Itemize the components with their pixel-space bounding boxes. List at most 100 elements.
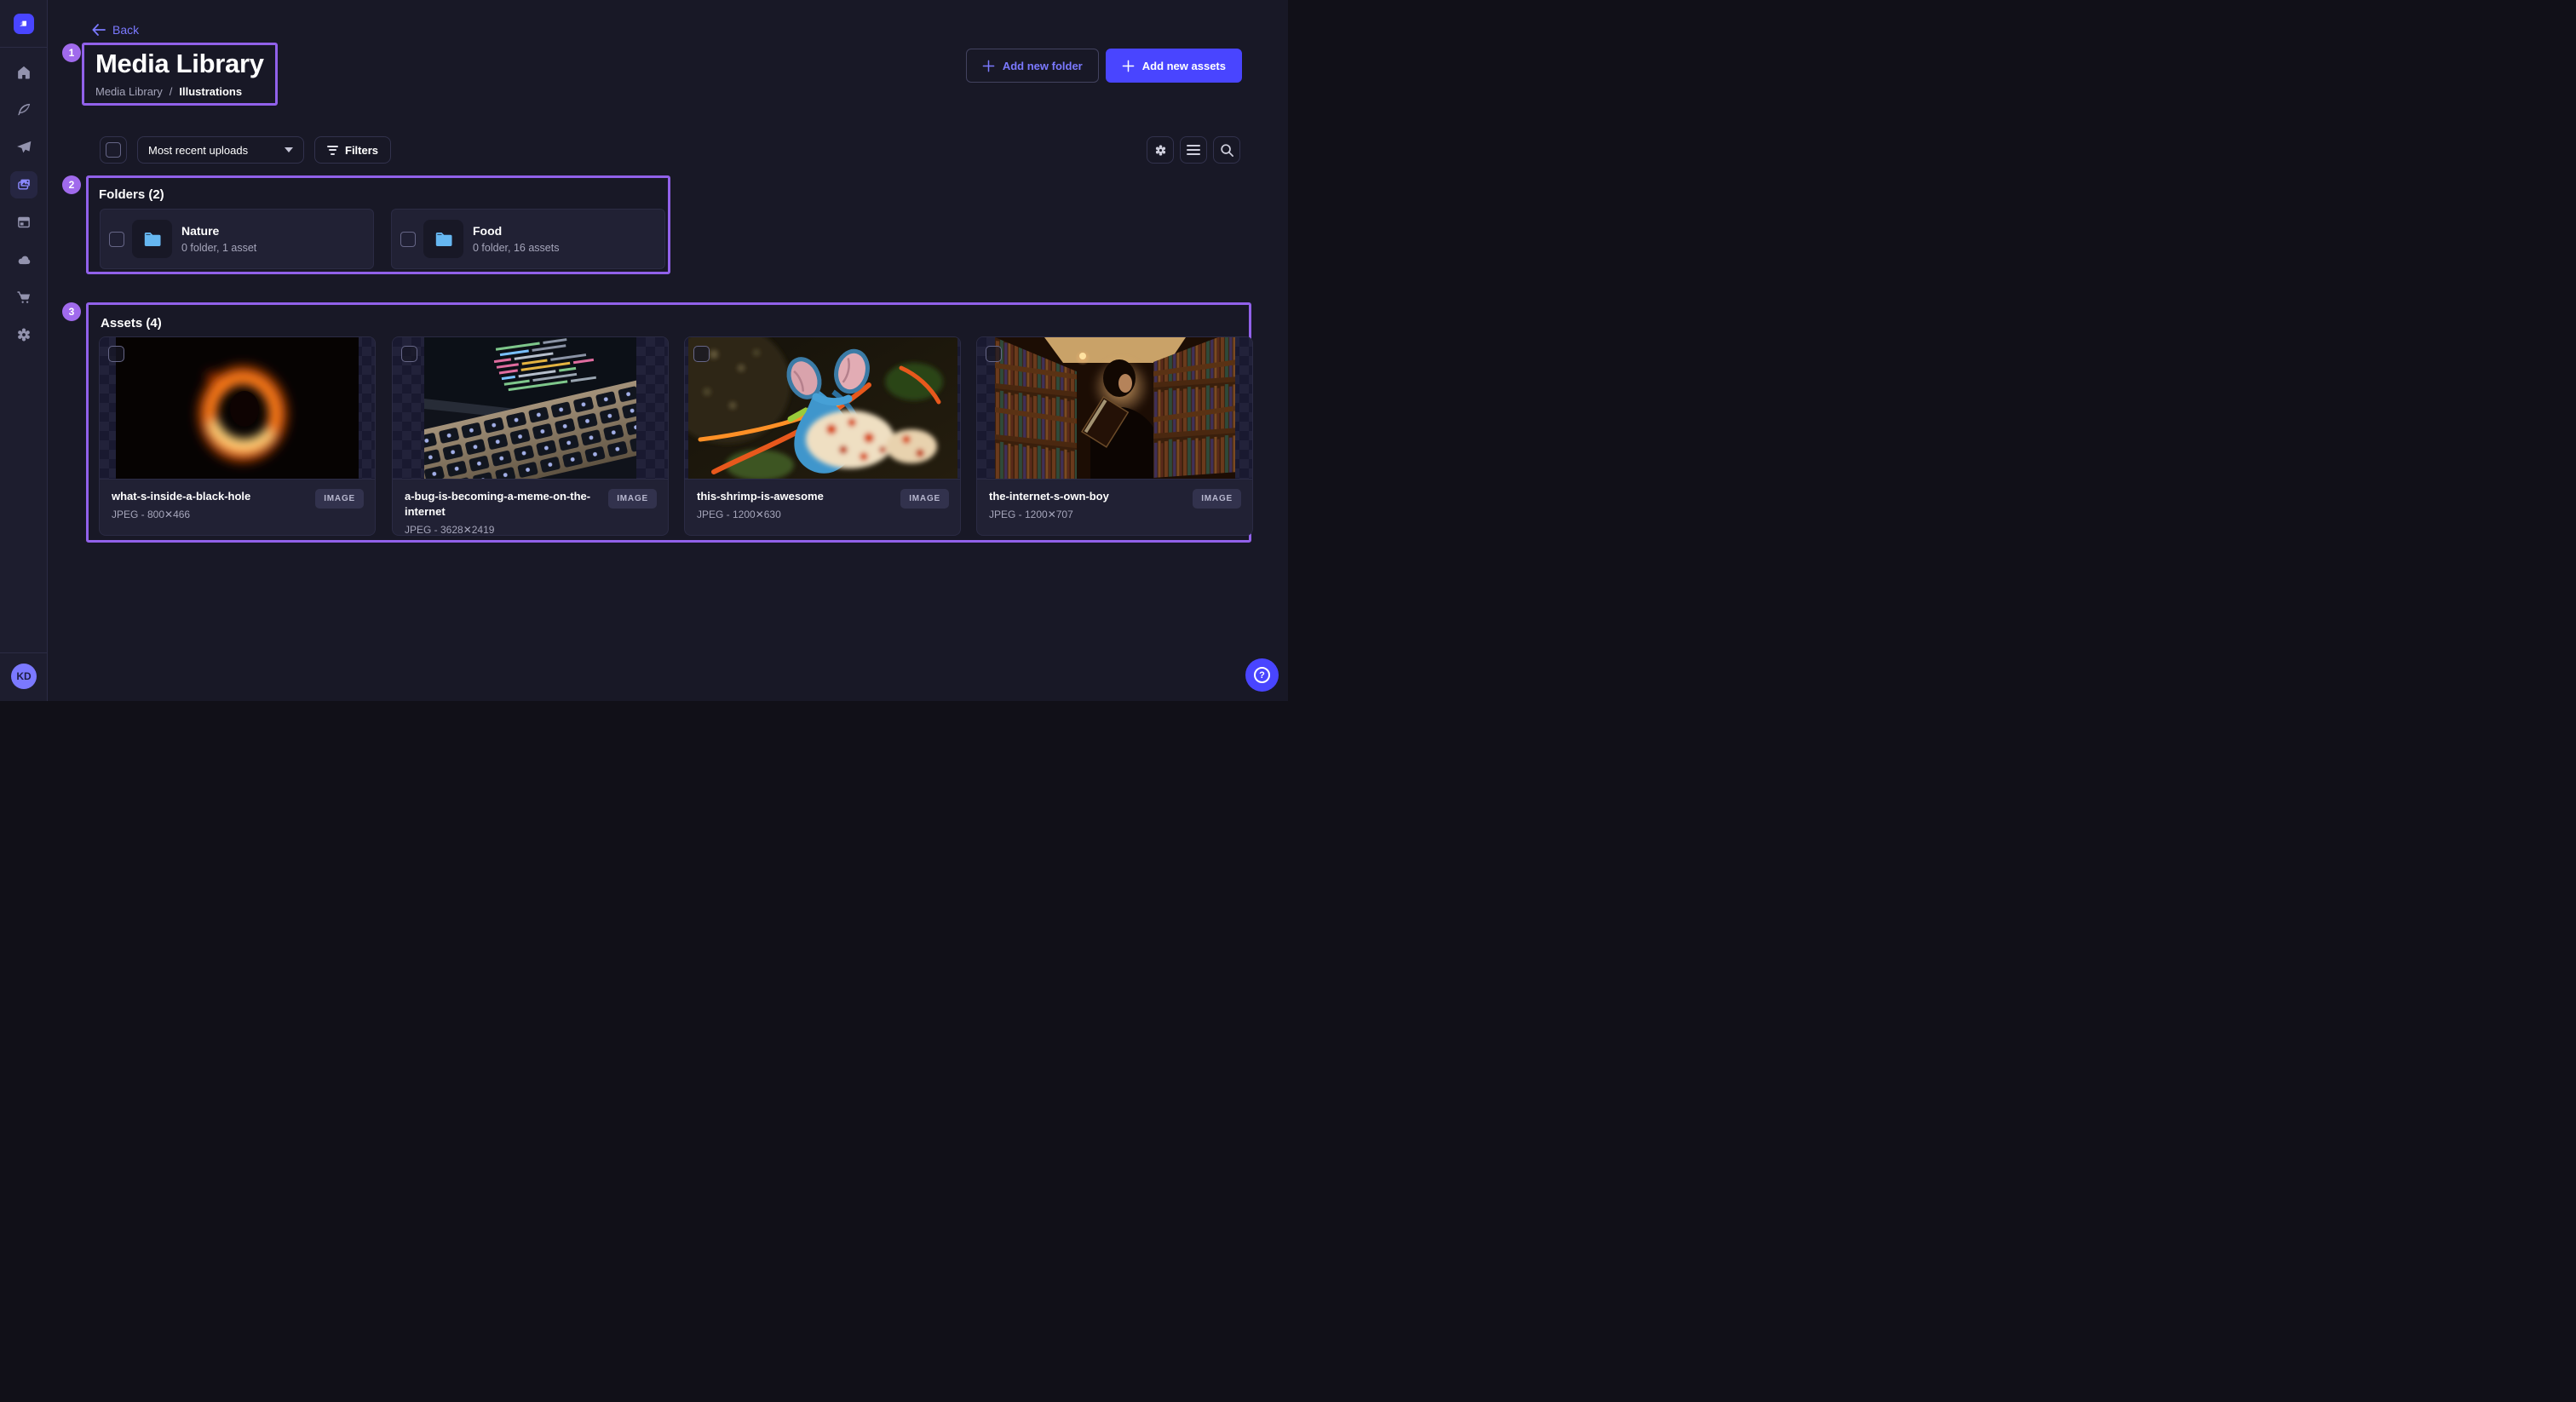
cloud-icon <box>15 251 32 268</box>
feather-icon <box>15 101 32 118</box>
asset-card-laptop-code[interactable]: a-bug-is-becoming-a-meme-on-the-internet… <box>392 336 669 536</box>
sidebar-item-home[interactable] <box>10 59 37 86</box>
asset-checkbox[interactable] <box>401 346 417 362</box>
laptop-code-image <box>424 337 636 479</box>
asset-checkbox[interactable] <box>986 346 1002 362</box>
folder-icon <box>433 228 455 250</box>
asset-card-black-hole[interactable]: what-s-inside-a-black-hole JPEG - 800✕46… <box>99 336 376 536</box>
question-mark-icon: ? <box>1254 667 1270 683</box>
list-icon <box>1187 144 1200 156</box>
strapi-logo[interactable] <box>14 14 34 34</box>
breadcrumb-parent[interactable]: Media Library <box>95 85 163 98</box>
breadcrumb-current: Illustrations <box>179 85 242 98</box>
folder-meta: 0 folder, 16 assets <box>473 242 559 254</box>
sidebar-item-releases[interactable] <box>10 134 37 161</box>
search-icon <box>1220 143 1234 158</box>
asset-checkbox[interactable] <box>108 346 124 362</box>
folder-icon-tile <box>132 220 172 258</box>
media-library-page: KD Back 1 Media Library Media Library / … <box>0 0 1288 701</box>
asset-footer: the-internet-s-own-boy JPEG - 1200✕707 I… <box>977 479 1252 536</box>
asset-type-badge: IMAGE <box>900 489 949 509</box>
sidebar-item-marketplace[interactable] <box>10 284 37 311</box>
annotation-badge-1: 1 <box>62 43 81 62</box>
filters-button[interactable]: Filters <box>314 136 391 164</box>
add-new-assets-label: Add new assets <box>1142 60 1226 72</box>
plus-icon <box>1122 60 1135 72</box>
asset-title: the-internet-s-own-boy <box>989 489 1192 504</box>
user-avatar[interactable]: KD <box>11 664 37 689</box>
asset-thumbnail <box>685 337 960 479</box>
folder-card-food[interactable]: Food 0 folder, 16 assets <box>391 209 665 269</box>
asset-meta: JPEG - 1200✕630 <box>697 509 948 520</box>
select-all-control[interactable] <box>100 136 127 164</box>
sidebar-item-media-library[interactable] <box>10 171 37 198</box>
mantis-shrimp-image <box>688 337 957 479</box>
breadcrumb: Media Library / Illustrations <box>95 85 275 98</box>
asset-checkbox[interactable] <box>693 346 710 362</box>
library-portrait-image <box>995 337 1235 479</box>
asset-thumbnail <box>977 337 1252 479</box>
sort-dropdown[interactable]: Most recent uploads <box>137 136 304 164</box>
assets-heading: Assets (4) <box>101 316 162 330</box>
asset-meta: JPEG - 800✕466 <box>112 509 363 520</box>
plus-icon <box>982 60 995 72</box>
help-button[interactable]: ? <box>1245 658 1279 692</box>
sidebar-item-settings[interactable] <box>10 321 37 348</box>
annotation-box-assets: Assets (4) what-s-inside-a <box>86 302 1251 543</box>
add-new-folder-button[interactable]: Add new folder <box>966 49 1099 83</box>
asset-footer: what-s-inside-a-black-hole JPEG - 800✕46… <box>100 479 375 536</box>
back-label: Back <box>112 23 139 37</box>
search-button[interactable] <box>1213 136 1240 164</box>
asset-thumbnail <box>393 337 668 479</box>
folder-icon <box>141 228 164 250</box>
layout-icon <box>15 214 32 231</box>
filters-label: Filters <box>345 144 378 157</box>
home-icon <box>15 64 32 81</box>
annotation-box-title: Media Library Media Library / Illustrati… <box>82 43 278 106</box>
asset-title: this-shrimp-is-awesome <box>697 489 900 504</box>
sidebar-divider-top <box>0 47 48 48</box>
page-title: Media Library <box>95 49 275 79</box>
sidebar-divider-bottom <box>0 652 48 653</box>
grid-settings-button[interactable] <box>1147 136 1174 164</box>
folder-name: Food <box>473 224 559 238</box>
folder-checkbox[interactable] <box>109 232 124 247</box>
sidebar-item-deploy[interactable] <box>10 246 37 273</box>
asset-meta: JPEG - 1200✕707 <box>989 509 1240 520</box>
sidebar: KD <box>0 0 48 701</box>
add-new-assets-button[interactable]: Add new assets <box>1106 49 1242 83</box>
asset-meta: JPEG - 3628✕2419 <box>405 524 656 536</box>
annotation-badge-2: 2 <box>62 175 81 194</box>
sidebar-item-content[interactable] <box>10 96 37 124</box>
black-hole-image <box>116 337 359 479</box>
asset-type-badge: IMAGE <box>315 489 364 509</box>
breadcrumb-separator: / <box>170 85 173 98</box>
toolbar: Most recent uploads Filters <box>100 136 391 164</box>
asset-title: a-bug-is-becoming-a-meme-on-the-internet <box>405 489 607 520</box>
folders-heading: Folders (2) <box>99 187 164 202</box>
list-view-button[interactable] <box>1180 136 1207 164</box>
sort-dropdown-value: Most recent uploads <box>148 144 248 157</box>
asset-title: what-s-inside-a-black-hole <box>112 489 314 504</box>
sidebar-item-content-type-builder[interactable] <box>10 209 37 236</box>
folder-checkbox[interactable] <box>400 232 416 247</box>
select-all-checkbox[interactable] <box>106 142 121 158</box>
asset-card-shrimp[interactable]: this-shrimp-is-awesome JPEG - 1200✕630 I… <box>684 336 961 536</box>
gear-icon <box>15 326 32 343</box>
header-actions: Add new folder Add new assets <box>966 49 1242 83</box>
back-link[interactable]: Back <box>92 23 139 37</box>
chevron-down-icon <box>285 147 293 152</box>
folder-icon-tile <box>423 220 463 258</box>
folder-name: Nature <box>181 224 256 238</box>
annotation-box-folders: Folders (2) Nature 0 folder, 1 asset <box>86 175 670 274</box>
folder-card-nature[interactable]: Nature 0 folder, 1 asset <box>100 209 374 269</box>
filter-icon <box>327 146 338 155</box>
arrow-left-icon <box>92 24 106 36</box>
asset-type-badge: IMAGE <box>608 489 657 509</box>
asset-card-library[interactable]: the-internet-s-own-boy JPEG - 1200✕707 I… <box>976 336 1253 536</box>
cog-icon <box>1153 143 1168 158</box>
folder-meta: 0 folder, 1 asset <box>181 242 256 254</box>
sidebar-nav <box>10 59 37 348</box>
strapi-logo-icon <box>17 17 31 31</box>
asset-type-badge: IMAGE <box>1193 489 1241 509</box>
